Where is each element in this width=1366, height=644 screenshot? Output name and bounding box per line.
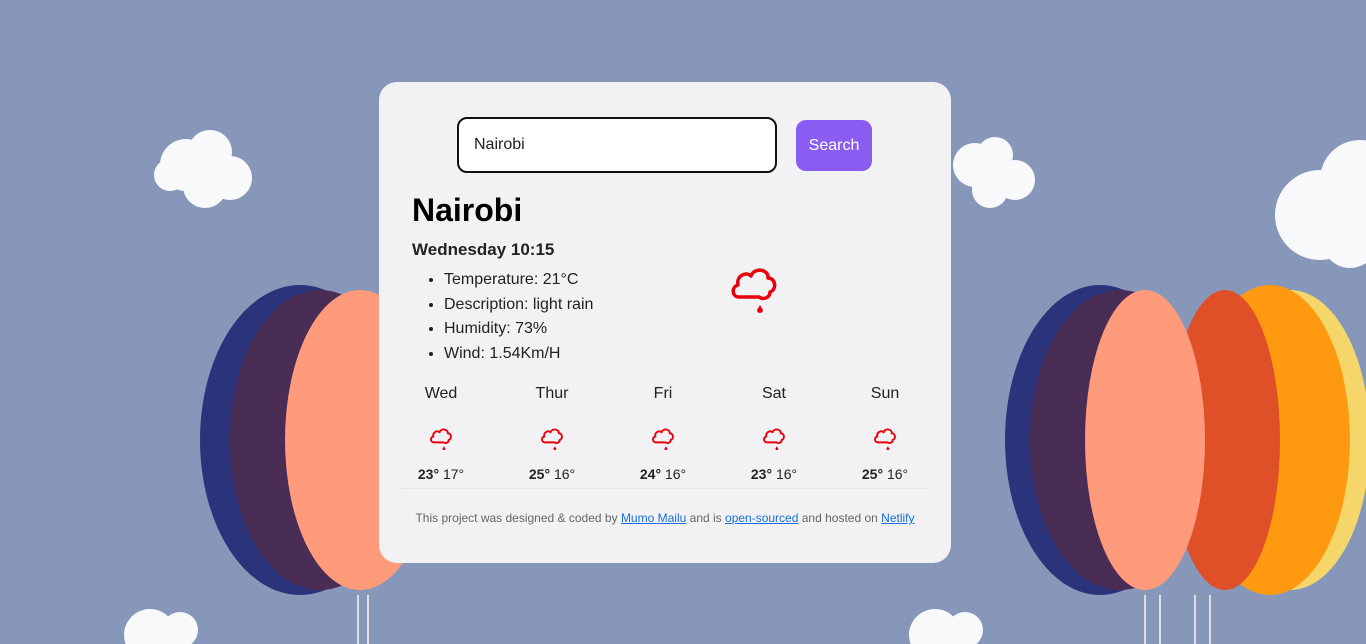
forecast-day-name: Thur xyxy=(535,385,569,402)
forecast-max-temp: 23° xyxy=(417,466,440,482)
forecast-temps: 25° 16° xyxy=(512,466,592,482)
forecast-min-temp: 17° xyxy=(442,466,465,482)
forecast-max-temp: 24° xyxy=(639,466,662,482)
forecast-day-name: Sun xyxy=(870,385,900,402)
forecast-min-temp: 16° xyxy=(553,466,576,482)
forecast-day: Wed 23° 17° xyxy=(401,382,481,482)
rain-cloud-icon xyxy=(541,428,563,451)
forecast-max-temp: 25° xyxy=(528,466,551,482)
forecast-day: Fri 24° 16° xyxy=(623,382,703,482)
description-detail: Description: light rain xyxy=(444,293,593,318)
rain-cloud-icon xyxy=(874,428,896,451)
footer: This project was designed & coded by Mum… xyxy=(379,511,951,525)
forecast-day: Thur 25° 16° xyxy=(512,382,592,482)
forecast-max-temp: 23° xyxy=(750,466,773,482)
forecast-day-name: Sat xyxy=(761,385,786,402)
footer-text: This project was designed & coded by xyxy=(415,511,618,525)
forecast-temps: 24° 16° xyxy=(623,466,703,482)
forecast-min-temp: 16° xyxy=(664,466,687,482)
forecast-day-name: Fri xyxy=(653,385,673,402)
search-button[interactable]: Search xyxy=(796,120,872,171)
humidity-detail: Humidity: 73% xyxy=(444,317,593,342)
forecast-temps: 23° 16° xyxy=(734,466,814,482)
forecast: Wed 23° 17° Thur 25° 16° Fri 24° 16° Sat… xyxy=(401,382,929,489)
wind-detail: Wind: 1.54Km/H xyxy=(444,342,593,367)
rain-cloud-icon xyxy=(731,268,777,313)
search-input[interactable] xyxy=(457,117,777,173)
rain-cloud-icon xyxy=(652,428,674,451)
author-link[interactable]: Mumo Mailu xyxy=(621,511,686,525)
footer-text: and is xyxy=(689,511,722,525)
forecast-day: Sun 25° 16° xyxy=(845,382,925,482)
weather-details: Temperature: 21°C Description: light rai… xyxy=(444,268,593,367)
rain-cloud-icon xyxy=(430,428,452,451)
forecast-day-name: Wed xyxy=(424,385,458,402)
footer-text: and hosted on xyxy=(801,511,878,525)
forecast-temps: 23° 17° xyxy=(401,466,481,482)
city-name: Nairobi xyxy=(412,192,523,228)
forecast-max-temp: 25° xyxy=(861,466,884,482)
day-time: Wednesday 10:15 xyxy=(412,240,555,259)
forecast-min-temp: 16° xyxy=(775,466,798,482)
forecast-min-temp: 16° xyxy=(886,466,909,482)
forecast-day: Sat 23° 16° xyxy=(734,382,814,482)
host-link[interactable]: Netlify xyxy=(881,511,914,525)
weather-card: Search Nairobi Wednesday 10:15 Temperatu… xyxy=(379,82,951,563)
forecast-temps: 25° 16° xyxy=(845,466,925,482)
source-link[interactable]: open-sourced xyxy=(725,511,798,525)
temperature-detail: Temperature: 21°C xyxy=(444,268,593,293)
rain-cloud-icon xyxy=(763,428,785,451)
